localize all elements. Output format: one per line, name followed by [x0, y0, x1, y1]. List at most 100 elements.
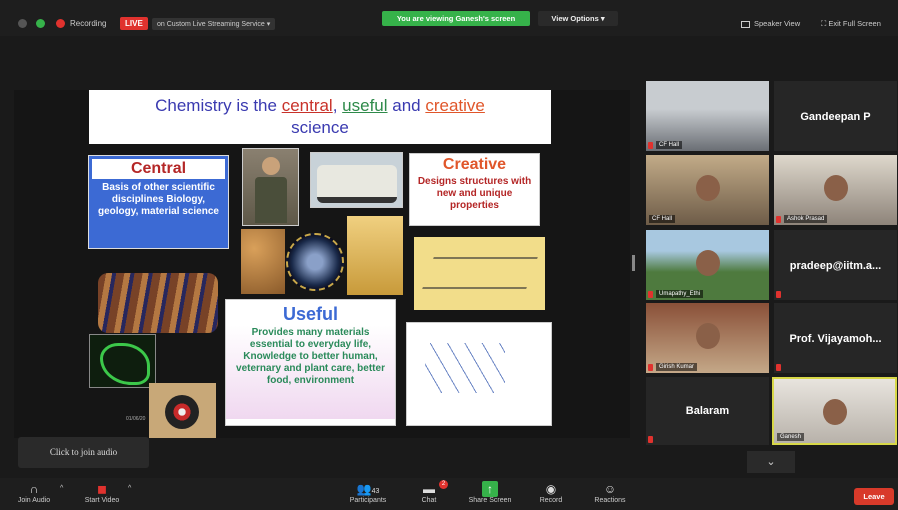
join-audio-tooltip[interactable]: Click to join audio — [18, 437, 149, 468]
muted-mic-icon — [648, 291, 653, 298]
participant-name: pradeep@iitm.a... — [789, 260, 882, 272]
muted-mic-icon — [776, 216, 781, 223]
view-options-label: View Options — [551, 14, 599, 23]
title-separator: , — [332, 96, 343, 115]
participant-name: Gandeepan P — [800, 111, 871, 123]
video-tile-vijayamohan[interactable]: Prof. Vijayamoh... — [774, 303, 897, 373]
shared-screen-slide: Chemistry is the central, useful and cre… — [14, 90, 630, 438]
stream-service-dropdown[interactable]: on Custom Live Streaming Service ▾ — [152, 18, 276, 30]
share-screen-icon: ↑ — [482, 481, 498, 497]
title-line2: science — [291, 118, 349, 137]
participant-name: Balaram — [685, 405, 730, 417]
speaker-view-button[interactable]: Speaker View — [741, 19, 800, 28]
view-options-button[interactable]: View Options ▾ — [538, 11, 618, 26]
video-tile-gandeepan[interactable]: Gandeepan P — [774, 81, 897, 151]
protein-image — [89, 334, 156, 388]
muted-mic-icon — [648, 436, 653, 443]
live-badge[interactable]: LIVE — [120, 17, 148, 30]
splitter-handle[interactable] — [632, 255, 635, 271]
gallery-next-page-button[interactable]: ⌄ — [747, 451, 795, 473]
central-body: Basis of other scientific disciplines Bi… — [98, 182, 219, 217]
chat-label: Chat — [421, 497, 437, 504]
title-keyword-central: central — [281, 96, 333, 115]
participant-label: Ashok Prasad — [784, 215, 828, 223]
muted-mic-icon — [776, 364, 781, 371]
slide-title: Chemistry is the central, useful and cre… — [89, 90, 551, 144]
central-heading: Central — [92, 159, 225, 179]
share-screen-label: Share Screen — [468, 497, 512, 504]
reactions-label: Reactions — [594, 497, 626, 504]
chevron-down-icon: ⌄ — [766, 456, 776, 468]
speaker-view-label: Speaker View — [754, 19, 801, 28]
video-options-caret-icon[interactable]: ^ — [128, 485, 131, 492]
cell-image — [286, 233, 344, 291]
exit-full-screen-label: Exit Full Screen — [828, 19, 881, 28]
chevron-down-icon: ▾ — [266, 21, 271, 28]
bottom-toolbar: ∩ Join Audio ^ ◼ Start Video ^ 👥43 Parti… — [0, 478, 898, 510]
useful-heading: Useful — [282, 304, 338, 324]
participant-label: Ganesh — [777, 433, 805, 441]
useful-body: Provides many materials essential to eve… — [226, 325, 395, 419]
reactions-button[interactable]: ☺ Reactions — [590, 481, 630, 504]
title-text: Chemistry is the — [155, 96, 282, 115]
central-box: Central Basis of other scientific discip… — [88, 155, 229, 249]
participant-label: CF Hall — [656, 141, 683, 149]
reactions-icon: ☺ — [603, 482, 617, 496]
participants-count: 43 — [371, 488, 380, 495]
participant-label: Umapathy_Ethi — [656, 290, 704, 298]
muted-mic-icon — [648, 364, 653, 371]
stream-service-label: on Custom Live Streaming Service — [157, 21, 265, 28]
start-video-button[interactable]: ◼ Start Video — [80, 481, 124, 504]
chat-button[interactable]: ▬ 2 Chat — [414, 480, 448, 504]
video-tile-balaram[interactable]: Balaram — [646, 377, 769, 445]
exit-full-screen-button[interactable]: ⛶ Exit Full Screen — [821, 19, 881, 29]
headphones-icon: ∩ — [29, 482, 39, 496]
audio-options-caret-icon[interactable]: ^ — [60, 485, 63, 492]
share-screen-button[interactable]: ↑ Share Screen — [466, 481, 514, 504]
security-shield-icon[interactable] — [36, 19, 45, 28]
creative-box: Creative Designs structures with new and… — [409, 153, 540, 226]
capsule-image — [347, 216, 403, 295]
participant-label: CF Hall — [649, 215, 676, 223]
video-tile-cf-hall-1[interactable]: CF Hall — [646, 81, 769, 151]
dna-image — [98, 273, 218, 333]
molecule-structure-image — [414, 237, 545, 310]
muted-mic-icon — [776, 291, 781, 298]
chat-unread-badge: 2 — [439, 480, 448, 489]
recording-label: Recording — [70, 19, 107, 28]
steroid-structure-image — [406, 322, 552, 426]
title-and: and — [387, 96, 426, 115]
creative-heading: Creative — [442, 156, 507, 173]
video-tile-girish[interactable]: Girish Kumar — [646, 303, 769, 373]
creative-body: Designs structures with new and unique p… — [417, 176, 532, 211]
participant-name: Prof. Vijayamoh... — [789, 333, 882, 345]
video-tile-cf-hall-2[interactable]: CF Hall — [646, 155, 769, 225]
chevron-down-icon: ▾ — [600, 14, 605, 23]
video-tile-ganesh-active-speaker[interactable]: Ganesh — [772, 377, 897, 445]
record-label: Record — [539, 497, 563, 504]
video-tile-ashok[interactable]: Ashok Prasad — [774, 155, 897, 225]
join-audio-button[interactable]: ∩ Join Audio — [14, 481, 54, 504]
chat-icon: ▬ 2 — [414, 480, 448, 497]
participant-label: Girish Kumar — [656, 363, 698, 371]
soldier-image — [242, 148, 299, 226]
slide-date: 01/06/20 — [126, 416, 146, 422]
pills-image — [241, 229, 285, 294]
video-tile-pradeep[interactable]: pradeep@iitm.a... — [774, 230, 897, 300]
participants-icon: 👥43 — [356, 482, 380, 496]
record-button[interactable]: ◉ Record — [536, 481, 566, 504]
speaker-view-icon — [741, 20, 750, 28]
join-audio-label: Join Audio — [17, 497, 51, 504]
participants-button[interactable]: 👥43 Participants — [344, 481, 392, 504]
useful-box: Useful Provides many materials essential… — [225, 299, 396, 426]
participants-label: Participants — [349, 497, 387, 504]
video-tile-umapathy[interactable]: Umapathy_Ethi — [646, 230, 769, 300]
bus-image — [310, 152, 403, 208]
title-keyword-creative: creative — [425, 96, 485, 115]
start-video-label: Start Video — [84, 497, 120, 504]
viewing-screen-banner: You are viewing Ganesh's screen — [382, 11, 530, 26]
leave-button[interactable]: Leave — [854, 488, 894, 505]
info-icon[interactable] — [18, 19, 27, 28]
video-off-icon: ◼ — [97, 482, 107, 496]
recording-icon — [56, 19, 65, 28]
